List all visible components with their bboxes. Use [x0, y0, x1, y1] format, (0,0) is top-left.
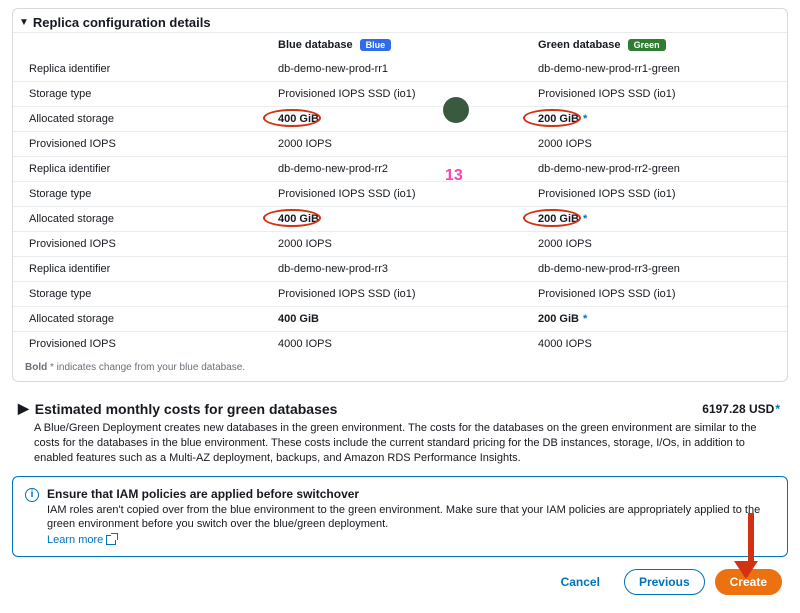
caret-right-icon: ▶ [18, 400, 29, 417]
row-green-value: 200 GiB * [538, 313, 777, 325]
row-blue-value: Provisioned IOPS SSD (io1) [278, 88, 538, 100]
costs-value: 6197.28 USD* [702, 402, 780, 416]
row-blue-value: 400 GiB [278, 313, 538, 325]
row-label: Replica identifier [23, 263, 278, 275]
blue-badge: Blue [360, 39, 392, 51]
row-blue-value: 400 GiB [278, 113, 538, 125]
replica-hint: Bold * indicates change from your blue d… [13, 356, 787, 381]
green-db-header: Green database [538, 39, 621, 51]
replica-config-header[interactable]: ▼ Replica configuration details [13, 9, 787, 32]
learn-more-link[interactable]: Learn more [47, 534, 116, 546]
row-blue-value: db-demo-new-prod-rr1 [278, 63, 538, 75]
row-blue-value: 2000 IOPS [278, 238, 538, 250]
row-label: Allocated storage [23, 313, 278, 325]
table-row: Storage typeProvisioned IOPS SSD (io1)Pr… [13, 181, 787, 206]
table-row: Provisioned IOPS2000 IOPS2000 IOPS [13, 131, 787, 156]
row-green-value: Provisioned IOPS SSD (io1) [538, 188, 777, 200]
replica-config-panel: ▼ Replica configuration details Blue dat… [12, 8, 788, 382]
row-green-value: 200 GiB * [538, 213, 777, 225]
external-link-icon [106, 535, 116, 545]
green-badge: Green [628, 39, 666, 51]
row-green-value: db-demo-new-prod-rr2-green [538, 163, 777, 175]
costs-panel: ▶ Estimated monthly costs for green data… [12, 396, 788, 466]
row-label: Replica identifier [23, 63, 278, 75]
row-blue-value: Provisioned IOPS SSD (io1) [278, 288, 538, 300]
table-row: Replica identifierdb-demo-new-prod-rr1db… [13, 57, 787, 81]
table-row: Storage typeProvisioned IOPS SSD (io1)Pr… [13, 81, 787, 106]
table-row: Allocated storage400 GiB200 GiB * [13, 106, 787, 131]
row-green-value: Provisioned IOPS SSD (io1) [538, 88, 777, 100]
table-row: Storage typeProvisioned IOPS SSD (io1)Pr… [13, 281, 787, 306]
table-row: Replica identifierdb-demo-new-prod-rr2db… [13, 156, 787, 181]
row-label: Replica identifier [23, 163, 278, 175]
info-icon: i [25, 488, 39, 502]
row-blue-value: db-demo-new-prod-rr2 [278, 163, 538, 175]
previous-button[interactable]: Previous [624, 569, 705, 595]
costs-title: Estimated monthly costs for green databa… [35, 401, 338, 417]
row-blue-value: db-demo-new-prod-rr3 [278, 263, 538, 275]
row-green-value: db-demo-new-prod-rr3-green [538, 263, 777, 275]
row-blue-value: Provisioned IOPS SSD (io1) [278, 188, 538, 200]
row-label: Provisioned IOPS [23, 238, 278, 250]
row-blue-value: 4000 IOPS [278, 338, 538, 350]
row-label: Storage type [23, 188, 278, 200]
caret-down-icon: ▼ [19, 17, 29, 28]
table-row: Allocated storage400 GiB200 GiB * [13, 206, 787, 231]
iam-info-alert: i Ensure that IAM policies are applied b… [12, 476, 788, 558]
replica-table-body: Replica identifierdb-demo-new-prod-rr1db… [13, 57, 787, 356]
blue-db-header: Blue database [278, 39, 353, 51]
costs-header-toggle[interactable]: ▶ Estimated monthly costs for green data… [18, 400, 337, 417]
table-row: Allocated storage400 GiB200 GiB * [13, 306, 787, 331]
row-green-value: 200 GiB * [538, 113, 777, 125]
table-row: Provisioned IOPS4000 IOPS4000 IOPS [13, 331, 787, 356]
create-button[interactable]: Create [715, 569, 782, 595]
row-blue-value: 400 GiB [278, 213, 538, 225]
row-label: Allocated storage [23, 113, 278, 125]
iam-info-title: Ensure that IAM policies are applied bef… [47, 487, 775, 501]
replica-table-header: Blue database Blue Green database Green [13, 32, 787, 57]
iam-info-text: IAM roles aren't copied over from the bl… [47, 503, 775, 533]
row-blue-value: 2000 IOPS [278, 138, 538, 150]
row-green-value: 2000 IOPS [538, 238, 777, 250]
row-label: Allocated storage [23, 213, 278, 225]
row-label: Provisioned IOPS [23, 338, 278, 350]
table-row: Provisioned IOPS2000 IOPS2000 IOPS [13, 231, 787, 256]
row-green-value: 4000 IOPS [538, 338, 777, 350]
cancel-button[interactable]: Cancel [547, 570, 614, 594]
table-row: Replica identifierdb-demo-new-prod-rr3db… [13, 256, 787, 281]
row-label: Storage type [23, 88, 278, 100]
costs-description: A Blue/Green Deployment creates new data… [12, 419, 788, 466]
row-green-value: db-demo-new-prod-rr1-green [538, 63, 777, 75]
row-label: Provisioned IOPS [23, 138, 278, 150]
action-bar: Cancel Previous Create [12, 565, 788, 597]
replica-config-title: Replica configuration details [33, 15, 211, 30]
row-green-value: Provisioned IOPS SSD (io1) [538, 288, 777, 300]
row-label: Storage type [23, 288, 278, 300]
row-green-value: 2000 IOPS [538, 138, 777, 150]
